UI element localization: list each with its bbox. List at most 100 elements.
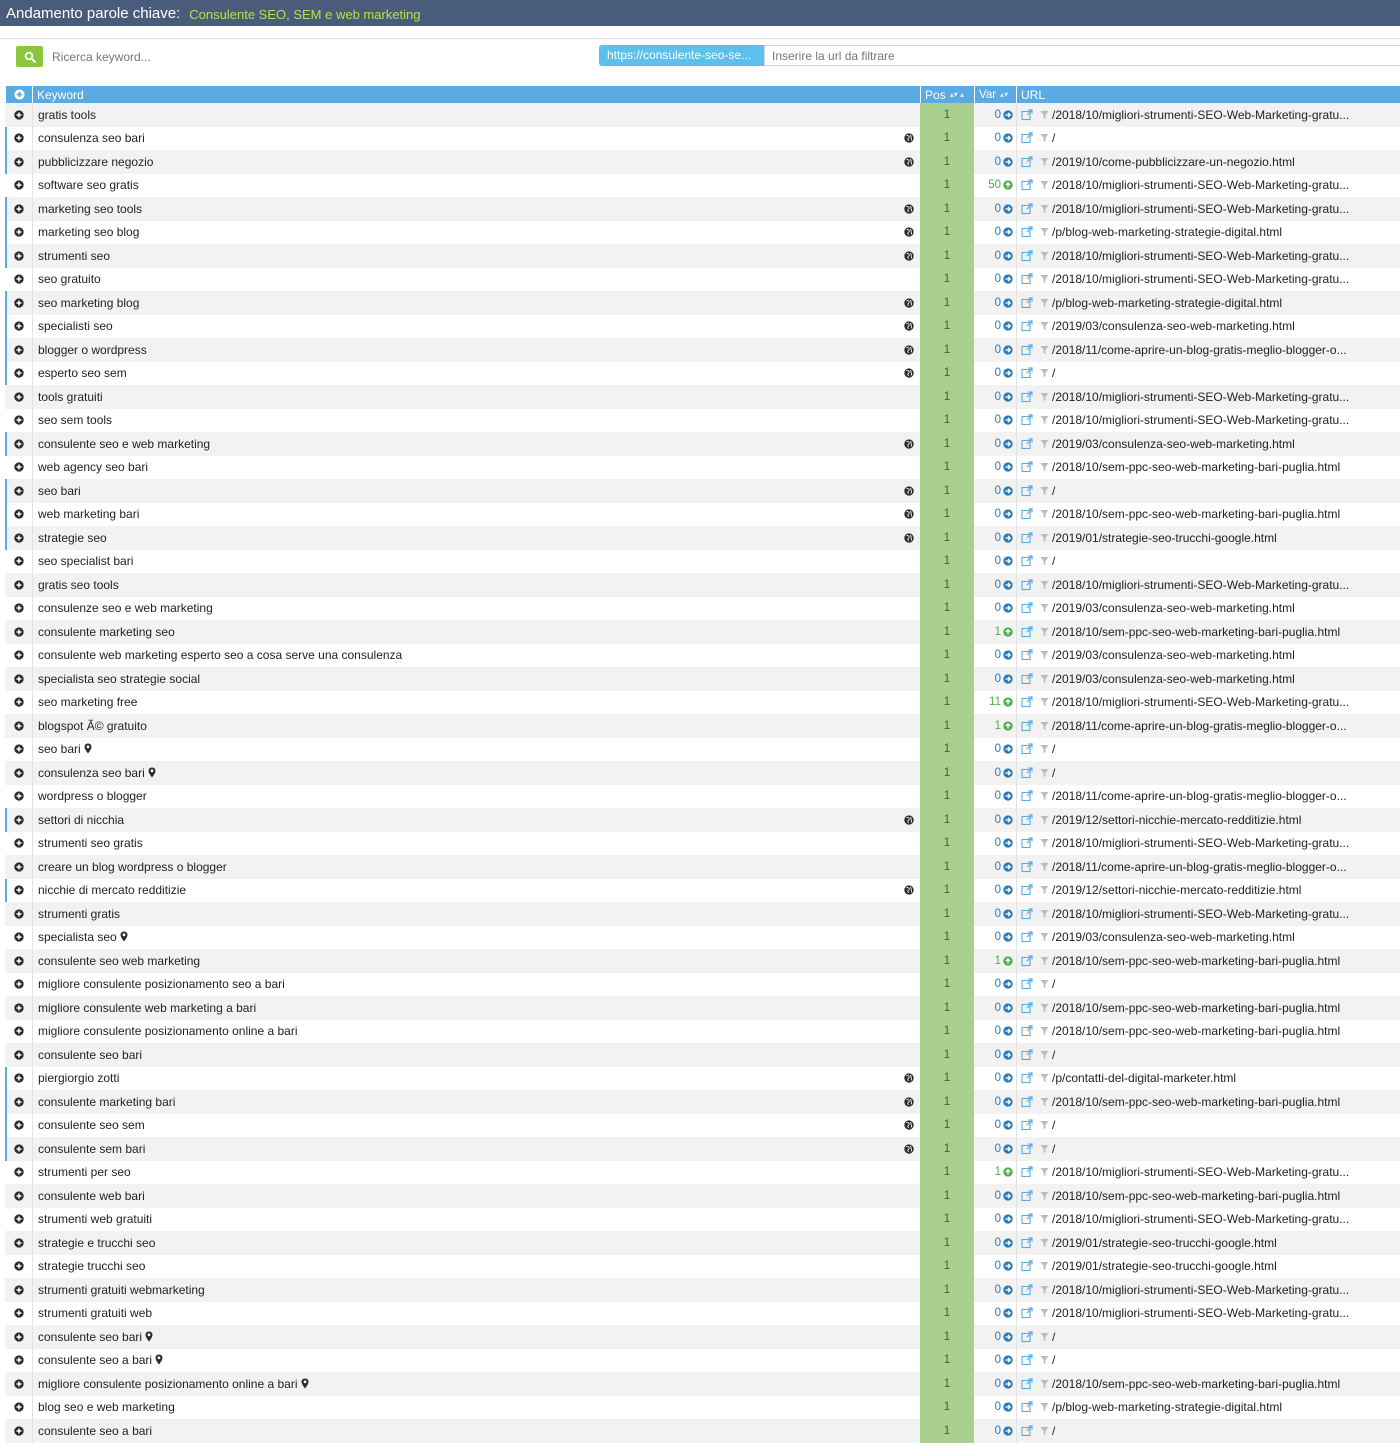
url-text[interactable]: /2018/10/migliori-strumenti-SEO-Web-Mark… [1052,390,1349,404]
expand-row-button[interactable] [5,1114,32,1138]
external-link-icon[interactable] [1021,1237,1033,1249]
expand-row-button[interactable] [5,1161,32,1185]
external-link-icon[interactable] [1021,649,1033,661]
expand-row-button[interactable] [5,1396,32,1420]
url-text[interactable]: /2018/10/sem-ppc-seo-web-marketing-bari-… [1052,1189,1340,1203]
expand-row-button[interactable] [5,1325,32,1349]
funnel-icon[interactable] [1040,345,1049,355]
funnel-icon[interactable] [1040,885,1049,895]
url-text[interactable]: / [1052,1118,1055,1132]
funnel-icon[interactable] [1040,791,1049,801]
funnel-icon[interactable] [1040,321,1049,331]
expand-row-button[interactable] [5,1067,32,1091]
external-link-icon[interactable] [1021,955,1033,967]
expand-row-button[interactable] [5,644,32,668]
external-link-icon[interactable] [1021,861,1033,873]
url-text[interactable]: /p/blog-web-marketing-strategie-digital.… [1052,296,1282,310]
funnel-icon[interactable] [1040,721,1049,731]
external-link-icon[interactable] [1021,1002,1033,1014]
expand-row-button[interactable] [5,315,32,339]
expand-row-button[interactable] [5,1278,32,1302]
external-link-icon[interactable] [1021,438,1033,450]
expand-row-button[interactable] [5,479,32,503]
funnel-icon[interactable] [1040,1426,1049,1436]
external-link-icon[interactable] [1021,1049,1033,1061]
url-text[interactable]: /2018/10/migliori-strumenti-SEO-Web-Mark… [1052,1306,1349,1320]
expand-row-button[interactable] [5,1349,32,1373]
url-text[interactable]: /2018/10/migliori-strumenti-SEO-Web-Mark… [1052,695,1349,709]
funnel-icon[interactable] [1040,533,1049,543]
funnel-icon[interactable] [1040,1050,1049,1060]
expand-row-button[interactable] [5,785,32,809]
url-text[interactable]: /2019/01/strategie-seo-trucchi-google.ht… [1052,1236,1277,1250]
external-link-icon[interactable] [1021,367,1033,379]
expand-row-button[interactable] [5,362,32,386]
domain-chip[interactable]: https://consulente-seo-se... [599,45,764,66]
funnel-icon[interactable] [1040,744,1049,754]
expand-row-button[interactable] [5,432,32,456]
external-link-icon[interactable] [1021,273,1033,285]
external-link-icon[interactable] [1021,696,1033,708]
funnel-icon[interactable] [1040,697,1049,707]
expand-row-button[interactable] [5,1020,32,1044]
funnel-icon[interactable] [1040,603,1049,613]
expand-row-button[interactable] [5,1090,32,1114]
expand-row-button[interactable] [5,761,32,785]
url-text[interactable]: /2018/11/come-aprire-un-blog-gratis-megl… [1052,860,1347,874]
external-link-icon[interactable] [1021,931,1033,943]
external-link-icon[interactable] [1021,673,1033,685]
funnel-icon[interactable] [1040,439,1049,449]
funnel-icon[interactable] [1040,462,1049,472]
funnel-icon[interactable] [1040,1332,1049,1342]
expand-all-button[interactable] [5,86,32,103]
external-link-icon[interactable] [1021,1354,1033,1366]
expand-row-button[interactable] [5,1302,32,1326]
funnel-icon[interactable] [1040,556,1049,566]
external-link-icon[interactable] [1021,1378,1033,1390]
url-text[interactable]: /2018/10/migliori-strumenti-SEO-Web-Mark… [1052,836,1349,850]
funnel-icon[interactable] [1040,486,1049,496]
external-link-icon[interactable] [1021,297,1033,309]
column-var[interactable]: Var ▴▾ [974,86,1016,103]
url-text[interactable]: /2019/03/consulenza-seo-web-marketing.ht… [1052,672,1295,686]
external-link-icon[interactable] [1021,626,1033,638]
url-filter-input[interactable] [764,45,1400,66]
funnel-icon[interactable] [1040,627,1049,637]
funnel-icon[interactable] [1040,1402,1049,1412]
external-link-icon[interactable] [1021,579,1033,591]
funnel-icon[interactable] [1040,956,1049,966]
external-link-icon[interactable] [1021,1307,1033,1319]
funnel-icon[interactable] [1040,1379,1049,1389]
url-text[interactable]: /2018/10/migliori-strumenti-SEO-Web-Mark… [1052,578,1349,592]
url-text[interactable]: /p/blog-web-marketing-strategie-digital.… [1052,1400,1282,1414]
external-link-icon[interactable] [1021,1025,1033,1037]
url-text[interactable]: /2018/10/migliori-strumenti-SEO-Web-Mark… [1052,178,1349,192]
funnel-icon[interactable] [1040,838,1049,848]
external-link-icon[interactable] [1021,1166,1033,1178]
funnel-icon[interactable] [1040,650,1049,660]
external-link-icon[interactable] [1021,1331,1033,1343]
external-link-icon[interactable] [1021,978,1033,990]
url-text[interactable]: /2018/10/sem-ppc-seo-web-marketing-bari-… [1052,625,1340,639]
funnel-icon[interactable] [1040,1073,1049,1083]
funnel-icon[interactable] [1040,110,1049,120]
funnel-icon[interactable] [1040,1238,1049,1248]
url-text[interactable]: /2019/01/strategie-seo-trucchi-google.ht… [1052,1259,1277,1273]
expand-row-button[interactable] [5,996,32,1020]
url-text[interactable]: /2019/03/consulenza-seo-web-marketing.ht… [1052,601,1295,615]
expand-row-button[interactable] [5,150,32,174]
expand-row-button[interactable] [5,1372,32,1396]
external-link-icon[interactable] [1021,1425,1033,1437]
url-text[interactable]: /2019/03/consulenza-seo-web-marketing.ht… [1052,437,1295,451]
expand-row-button[interactable] [5,1231,32,1255]
external-link-icon[interactable] [1021,132,1033,144]
url-text[interactable]: /2019/12/settori-nicchie-mercato-redditi… [1052,813,1301,827]
external-link-icon[interactable] [1021,179,1033,191]
funnel-icon[interactable] [1040,932,1049,942]
external-link-icon[interactable] [1021,767,1033,779]
funnel-icon[interactable] [1040,274,1049,284]
url-text[interactable]: / [1052,977,1055,991]
expand-row-button[interactable] [5,127,32,151]
funnel-icon[interactable] [1040,862,1049,872]
expand-row-button[interactable] [5,526,32,550]
